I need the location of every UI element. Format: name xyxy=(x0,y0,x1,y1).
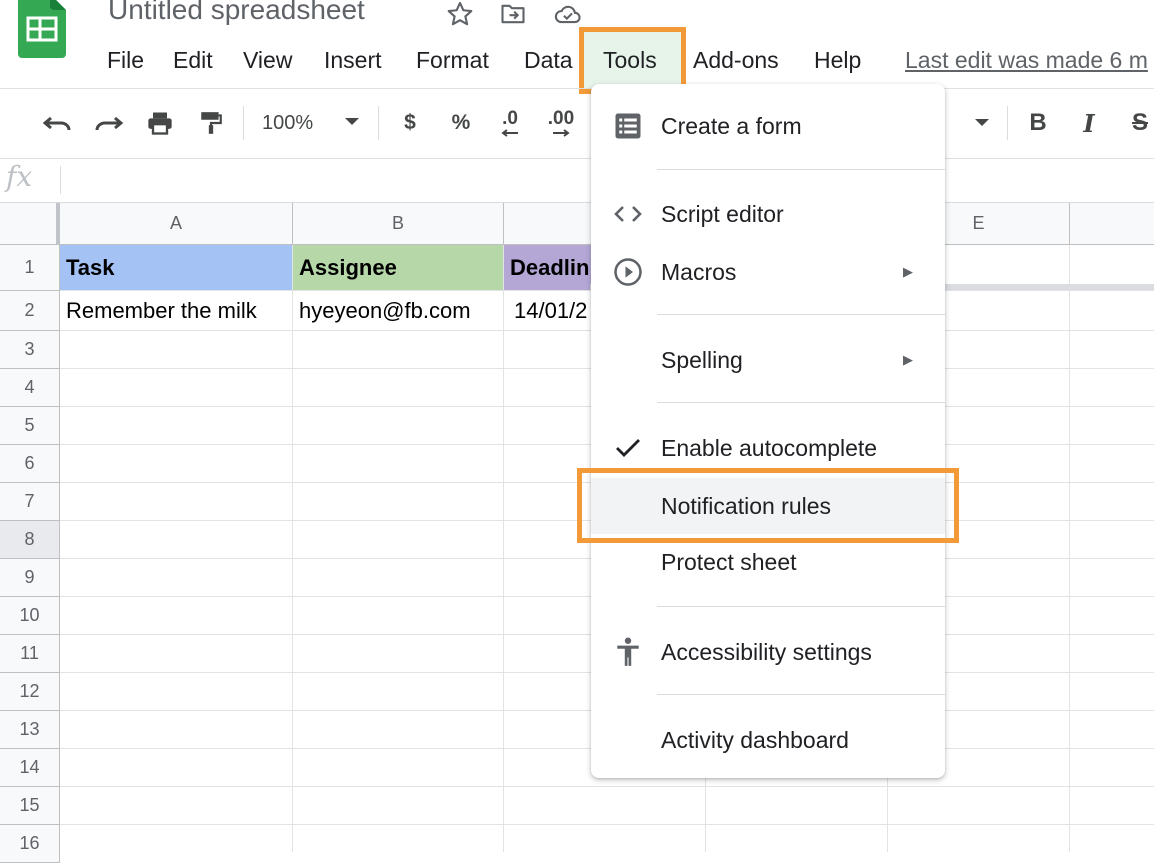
toolbar-divider xyxy=(243,106,244,140)
row-header-6[interactable]: 6 xyxy=(0,445,60,483)
play-circle-icon xyxy=(613,257,643,287)
increase-decimals-label: .00 xyxy=(547,108,575,129)
formula-divider xyxy=(60,166,61,194)
decrease-decimals-button[interactable]: .0 xyxy=(493,106,527,140)
row-header-16[interactable]: 16 xyxy=(0,825,60,863)
cell-a2[interactable]: Remember the milk xyxy=(60,291,293,331)
toolbar-divider xyxy=(1007,106,1008,140)
toolbar-top-divider xyxy=(0,88,1154,89)
menu-item-label: Protect sheet xyxy=(661,548,797,575)
column-header-a[interactable]: A xyxy=(60,203,293,245)
percent-format-button[interactable]: % xyxy=(447,106,475,140)
row-header-2[interactable]: 2 xyxy=(0,291,60,331)
row-header-7[interactable]: 7 xyxy=(0,483,60,521)
row-header-4[interactable]: 4 xyxy=(0,369,60,407)
menu-item-script-editor[interactable]: Script editor xyxy=(591,186,945,242)
row-header-8[interactable]: 8 xyxy=(0,521,60,559)
tools-dropdown-menu: Create a form Script editor Macros ▶ Spe… xyxy=(591,84,945,778)
row-header-9[interactable]: 9 xyxy=(0,559,60,597)
menu-item-label: Activity dashboard xyxy=(661,726,849,753)
grid-line xyxy=(503,245,504,852)
menu-file[interactable]: File xyxy=(107,42,144,78)
row-header-5[interactable]: 5 xyxy=(0,407,60,445)
menu-help[interactable]: Help xyxy=(814,42,861,78)
menu-edit[interactable]: Edit xyxy=(173,42,213,78)
italic-button[interactable]: I xyxy=(1075,106,1103,140)
menu-item-label: Accessibility settings xyxy=(661,638,872,665)
notification-rules-highlight-box xyxy=(577,468,959,543)
menu-format[interactable]: Format xyxy=(416,42,489,78)
paint-format-icon[interactable] xyxy=(194,106,228,140)
column-header-b[interactable]: B xyxy=(293,203,504,245)
menu-item-create-form[interactable]: Create a form xyxy=(591,98,945,154)
move-to-folder-icon[interactable] xyxy=(499,0,527,28)
menu-bar: File Edit View Insert Format Data Tools … xyxy=(0,42,1154,78)
row-header-15[interactable]: 15 xyxy=(0,787,60,825)
menu-item-spelling[interactable]: Spelling ▶ xyxy=(591,332,945,388)
decrease-decimals-label: .0 xyxy=(502,108,518,129)
accessibility-icon xyxy=(613,637,643,667)
toolbar-divider xyxy=(378,106,379,140)
row-header-3[interactable]: 3 xyxy=(0,331,60,369)
row-header-13[interactable]: 13 xyxy=(0,711,60,749)
grid-line xyxy=(60,786,1154,787)
increase-decimals-button[interactable]: .00 xyxy=(541,106,581,140)
strikethrough-button[interactable]: S xyxy=(1126,106,1154,140)
menu-item-label: Create a form xyxy=(661,112,802,139)
menu-addons[interactable]: Add-ons xyxy=(693,42,779,78)
last-edit-link[interactable]: Last edit was made 6 m xyxy=(905,42,1148,78)
currency-format-button[interactable]: $ xyxy=(396,106,424,140)
menu-divider xyxy=(657,402,945,403)
font-size-chevron-icon[interactable] xyxy=(970,106,994,140)
fx-icon: fx xyxy=(6,160,33,193)
checkmark-icon xyxy=(613,433,643,463)
select-all-corner[interactable] xyxy=(0,203,60,245)
menu-item-macros[interactable]: Macros ▶ xyxy=(591,244,945,300)
menu-divider xyxy=(657,606,945,607)
cloud-saved-icon[interactable] xyxy=(553,0,581,28)
row-header-10[interactable]: 10 xyxy=(0,597,60,635)
menu-item-label: Enable autocomplete xyxy=(661,434,878,461)
print-icon[interactable] xyxy=(142,106,178,140)
cell-b1[interactable]: Assignee xyxy=(293,245,504,291)
menu-insert[interactable]: Insert xyxy=(324,42,382,78)
menu-data[interactable]: Data xyxy=(524,42,573,78)
redo-icon[interactable] xyxy=(90,106,126,140)
submenu-arrow-icon: ▶ xyxy=(903,352,913,367)
menu-item-accessibility-settings[interactable]: Accessibility settings xyxy=(591,624,945,680)
zoom-value: 100% xyxy=(262,111,314,134)
menu-divider xyxy=(657,314,945,315)
menu-divider xyxy=(657,694,945,695)
bold-button[interactable]: B xyxy=(1024,106,1052,140)
menu-item-label: Macros xyxy=(661,258,737,285)
menu-item-label: Spelling xyxy=(661,346,743,373)
row-header-14[interactable]: 14 xyxy=(0,749,60,787)
column-header-f[interactable] xyxy=(1070,203,1154,245)
menu-divider xyxy=(657,169,945,170)
cell-a1[interactable]: Task xyxy=(60,245,293,291)
cell-b2[interactable]: hyeyeon@fb.com xyxy=(293,291,504,331)
form-icon xyxy=(613,111,643,141)
zoom-select[interactable]: 100% xyxy=(262,106,372,140)
row-header-1[interactable]: 1 xyxy=(0,245,60,291)
arrow-right-icon xyxy=(553,129,570,137)
code-icon xyxy=(613,199,643,229)
undo-icon[interactable] xyxy=(40,106,76,140)
chevron-down-icon xyxy=(344,114,360,132)
grid-line xyxy=(1069,245,1070,852)
grid-line xyxy=(292,245,293,852)
menu-item-label: Script editor xyxy=(661,200,784,227)
star-icon[interactable] xyxy=(446,0,474,28)
arrow-left-icon xyxy=(501,129,518,137)
submenu-arrow-icon: ▶ xyxy=(903,264,913,279)
menu-view[interactable]: View xyxy=(243,42,292,78)
menu-item-activity-dashboard[interactable]: Activity dashboard xyxy=(591,712,945,768)
toolbar-bottom-divider xyxy=(0,158,1154,159)
row-header-11[interactable]: 11 xyxy=(0,635,60,673)
document-title[interactable]: Untitled spreadsheet xyxy=(108,0,365,26)
grid-line xyxy=(60,824,1154,825)
row-header-12[interactable]: 12 xyxy=(0,673,60,711)
